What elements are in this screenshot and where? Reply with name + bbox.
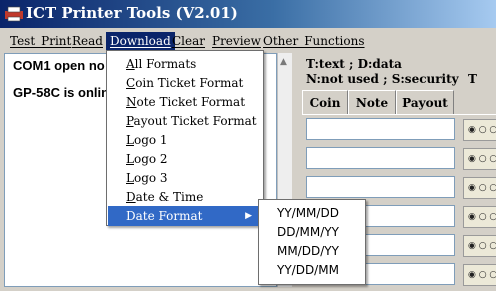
- submenu-item-yy-mm-dd[interactable]: YY/MM/DD: [277, 204, 339, 223]
- menu-item-logo-1[interactable]: Logo 1: [108, 130, 262, 150]
- menu-read[interactable]: Read: [68, 32, 107, 50]
- submenu-item-yy-dd-mm[interactable]: YY/DD/MM: [277, 261, 339, 280]
- menu-test-print[interactable]: Test_Print: [6, 32, 75, 50]
- menu-item-note-ticket-format[interactable]: Note Ticket Format: [108, 92, 262, 112]
- submenu-item-dd-mm-yy[interactable]: DD/MM/YY: [277, 223, 339, 242]
- coin-field-2[interactable]: [306, 147, 455, 169]
- scroll-up-arrow-icon[interactable]: ▲: [280, 57, 287, 67]
- tab-coin[interactable]: Coin: [302, 90, 348, 114]
- log-line-com-status: COM1 open no: [13, 58, 105, 73]
- window-title: ICT Printer Tools (V2.01): [26, 4, 238, 22]
- coin-field-1[interactable]: [306, 118, 455, 140]
- menu-preview[interactable]: Preview: [208, 32, 265, 50]
- menu-other-functions[interactable]: Other_Functions: [259, 32, 369, 50]
- type-option-6[interactable]: ◉ ○ ○: [463, 264, 496, 286]
- date-format-submenu: YY/MM/DD DD/MM/YY MM/DD/YY YY/DD/MM: [258, 199, 366, 285]
- menu-item-coin-ticket-format[interactable]: Coin Ticket Format: [108, 73, 262, 93]
- tab-note[interactable]: Note: [348, 90, 396, 114]
- type-option-2[interactable]: ◉ ○ ○: [463, 148, 496, 170]
- download-menu: All Formats Coin Ticket Format Note Tick…: [106, 50, 264, 226]
- menu-bar: Test_Print Read Download Clear Preview O…: [0, 31, 496, 51]
- menu-item-logo-3[interactable]: Logo 3: [108, 168, 262, 188]
- menu-download[interactable]: Download: [106, 32, 175, 50]
- menu-item-logo-2[interactable]: Logo 2: [108, 149, 262, 169]
- title-bar: ICT Printer Tools (V2.01): [0, 0, 496, 28]
- legend-line-2: N:not used ; S:security: [306, 72, 459, 86]
- menu-item-payout-ticket-format[interactable]: Payout Ticket Format: [108, 111, 262, 131]
- tab-payout[interactable]: Payout: [396, 90, 454, 114]
- menu-item-date-time[interactable]: Date & Time: [108, 187, 262, 207]
- submenu-item-mm-dd-yy[interactable]: MM/DD/YY: [277, 242, 339, 261]
- coin-field-3[interactable]: [306, 176, 455, 198]
- log-line-printer-status: GP-58C is onlin: [13, 85, 110, 100]
- triangle-right-icon: ▶: [245, 211, 252, 221]
- menu-item-all-formats[interactable]: All Formats: [108, 54, 262, 74]
- type-option-4[interactable]: ◉ ○ ○: [463, 206, 496, 228]
- printer-app-icon: [5, 6, 23, 22]
- type-option-3[interactable]: ◉ ○ ○: [463, 177, 496, 199]
- menu-item-date-format[interactable]: Date Format ▶: [108, 206, 262, 226]
- tab-body-edge: [302, 114, 496, 115]
- type-option-1[interactable]: ◉ ○ ○: [463, 119, 496, 141]
- column-t-label: T: [468, 72, 477, 86]
- menu-clear[interactable]: Clear: [168, 32, 209, 50]
- legend-line-1: T:text ; D:data: [306, 57, 402, 71]
- type-option-5[interactable]: ◉ ○ ○: [463, 235, 496, 257]
